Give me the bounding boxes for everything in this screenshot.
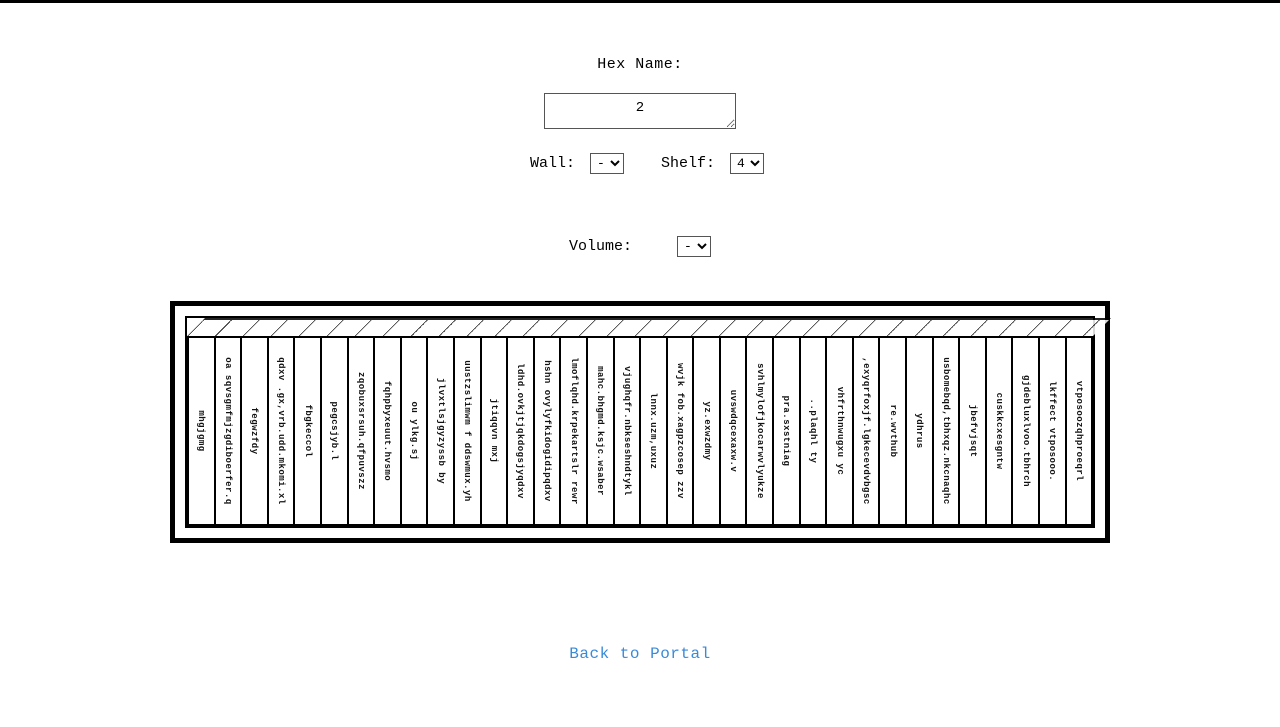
book-spine-title: uvswdqcexaxw.v [728,390,738,473]
book[interactable]: yz.exwzdmy [693,336,720,526]
wall-select[interactable]: - [590,153,624,174]
book[interactable]: uvswdqcexaxw.v [720,336,747,526]
book[interactable]: ..plaqhl ty [800,336,827,526]
book-spine-title: vhfrthnwugxu yc [835,387,845,476]
book[interactable]: ldhd.ovkjtjqkdogsjyqdxv [507,336,534,526]
book-spine-title: fegwzfdy [249,407,259,454]
book[interactable]: vjughqfr.nbkseshndtykl [614,336,641,526]
bookshelf-top-edge [187,318,1111,336]
volume-label: Volume: [569,238,632,255]
book-spine-title: oa sqvsgmfmjzgdiboerfer.q [223,357,233,505]
book-spine-title: cuskkcxesgntw [994,393,1004,470]
book-spine-title: mhgjgmg [196,410,206,451]
book-spine-title: ..plaqhl ty [808,399,818,464]
book[interactable]: vtposoozqhproeqrl [1066,336,1094,526]
hex-name-input[interactable]: 2 [544,93,736,129]
book-spine-title: uustzslimwm f ddswmux.yh [462,360,472,502]
volume-select[interactable]: - [677,236,711,257]
book-spine-title: lkffect vtposooo. [1047,381,1057,481]
book-spine-title: ou ylkg.sj [409,401,419,460]
book[interactable]: pegcsjyb.l [321,336,348,526]
bookshelf: mhgjgmg oa sqvsgmfmjzgdiboerfer.q fegwzfdy… [170,301,1110,543]
back-to-portal-link[interactable]: Back to Portal [569,645,710,663]
book[interactable]: jlvxtlsjgyzyssb by [427,336,454,526]
book-spine-title: jlvxtlsjgyzyssb by [436,378,446,484]
book[interactable]: fbgkeccol [294,336,321,526]
wall-label: Wall: [530,155,575,172]
book[interactable]: re.wvthub [879,336,906,526]
book-spine-title: lnnx.uzm,uxuz [648,393,658,470]
book-row: mhgjgmg oa sqvsgmfmjzgdiboerfer.q fegwzfdy… [187,336,1093,526]
book-spine-title: lmoflqhd.krpekartslr rewr [569,357,579,505]
book-spine-title: zqobuxsrsuh.qfpuvszz [356,372,366,490]
book-spine-title: ,exyqrfoxjf.lgkecevdvbgsc [861,357,871,505]
book[interactable]: wvjk fob.xagpzcosep zzv [667,336,694,526]
book-spine-title: wvjk fob.xagpzcosep zzv [675,363,685,499]
book[interactable]: uustzslimwm f ddswmux.yh [454,336,481,526]
book-spine-title: svhlmylofjkocarwvlyukze [755,363,765,499]
book-spine-title: pra.sxstniag [781,396,791,467]
book-spine-title: yz.exwzdmy [702,401,712,460]
book-spine-title: vjughqfr.nbkseshndtykl [622,366,632,496]
book[interactable]: usbomebqd,tbhxqz.nkcnaqhc [933,336,960,526]
book-spine-title: vtposoozqhproeqrl [1074,381,1084,481]
book[interactable]: gjdebluxlvoo.tbhrch [1012,336,1039,526]
book[interactable]: ,exyqrfoxjf.lgkecevdvbgsc [853,336,880,526]
book[interactable]: vhfrthnwugxu yc [826,336,853,526]
book[interactable]: pra.sxstniag [773,336,800,526]
book-spine-title: fbgkeccol [303,404,313,457]
book[interactable]: fegwzfdy [241,336,268,526]
book-spine-title: jtiqqvn mxj [489,399,499,464]
shelf-select[interactable]: 4 [730,153,764,174]
book[interactable]: qdxv .gx,vrb.udd.mkomi.xl [268,336,295,526]
shelf-label: Shelf: [661,155,715,172]
book[interactable]: hshn ovylyfkidogidipqdxv [534,336,561,526]
hex-name-label: Hex Name: [597,56,683,73]
book[interactable]: ou ylkg.sj [401,336,428,526]
book-spine-title: fqhpbyxeuut.hvsmo [382,381,392,481]
book[interactable]: svhlmylofjkocarwvlyukze [746,336,773,526]
book-spine-title: hshn ovylyfkidogidipqdxv [542,360,552,502]
book-spine-title: jbefvjsqt [968,404,978,457]
book[interactable]: fqhpbyxeuut.hvsmo [374,336,401,526]
book-spine-title: gjdebluxlvoo.tbhrch [1021,375,1031,487]
book[interactable]: oa sqvsgmfmjzgdiboerfer.q [215,336,242,526]
book-spine-title: ldhd.ovkjtjqkdogsjyqdxv [515,363,525,499]
book[interactable]: cuskkcxesgntw [986,336,1013,526]
book-spine-title: ydhrus [914,413,924,448]
book[interactable]: zqobuxsrsuh.qfpuvszz [348,336,375,526]
book-spine-title: qdxv .gx,vrb.udd.mkomi.xl [276,357,286,505]
book[interactable]: mhgjgmg [187,336,215,526]
book[interactable]: lnnx.uzm,uxuz [640,336,667,526]
book-spine-title: re.wvthub [888,404,898,457]
book[interactable]: jbefvjsqt [959,336,986,526]
book-spine-title: mahc.bhgmd.ksjc.wsaber [595,366,605,496]
book[interactable]: lmoflqhd.krpekartslr rewr [560,336,587,526]
book-spine-title: usbomebqd,tbhxqz.nkcnaqhc [941,357,951,505]
book[interactable]: mahc.bhgmd.ksjc.wsaber [587,336,614,526]
book[interactable]: ydhrus [906,336,933,526]
book[interactable]: jtiqqvn mxj [481,336,508,526]
book-spine-title: pegcsjyb.l [329,401,339,460]
book[interactable]: lkffect vtposooo. [1039,336,1066,526]
